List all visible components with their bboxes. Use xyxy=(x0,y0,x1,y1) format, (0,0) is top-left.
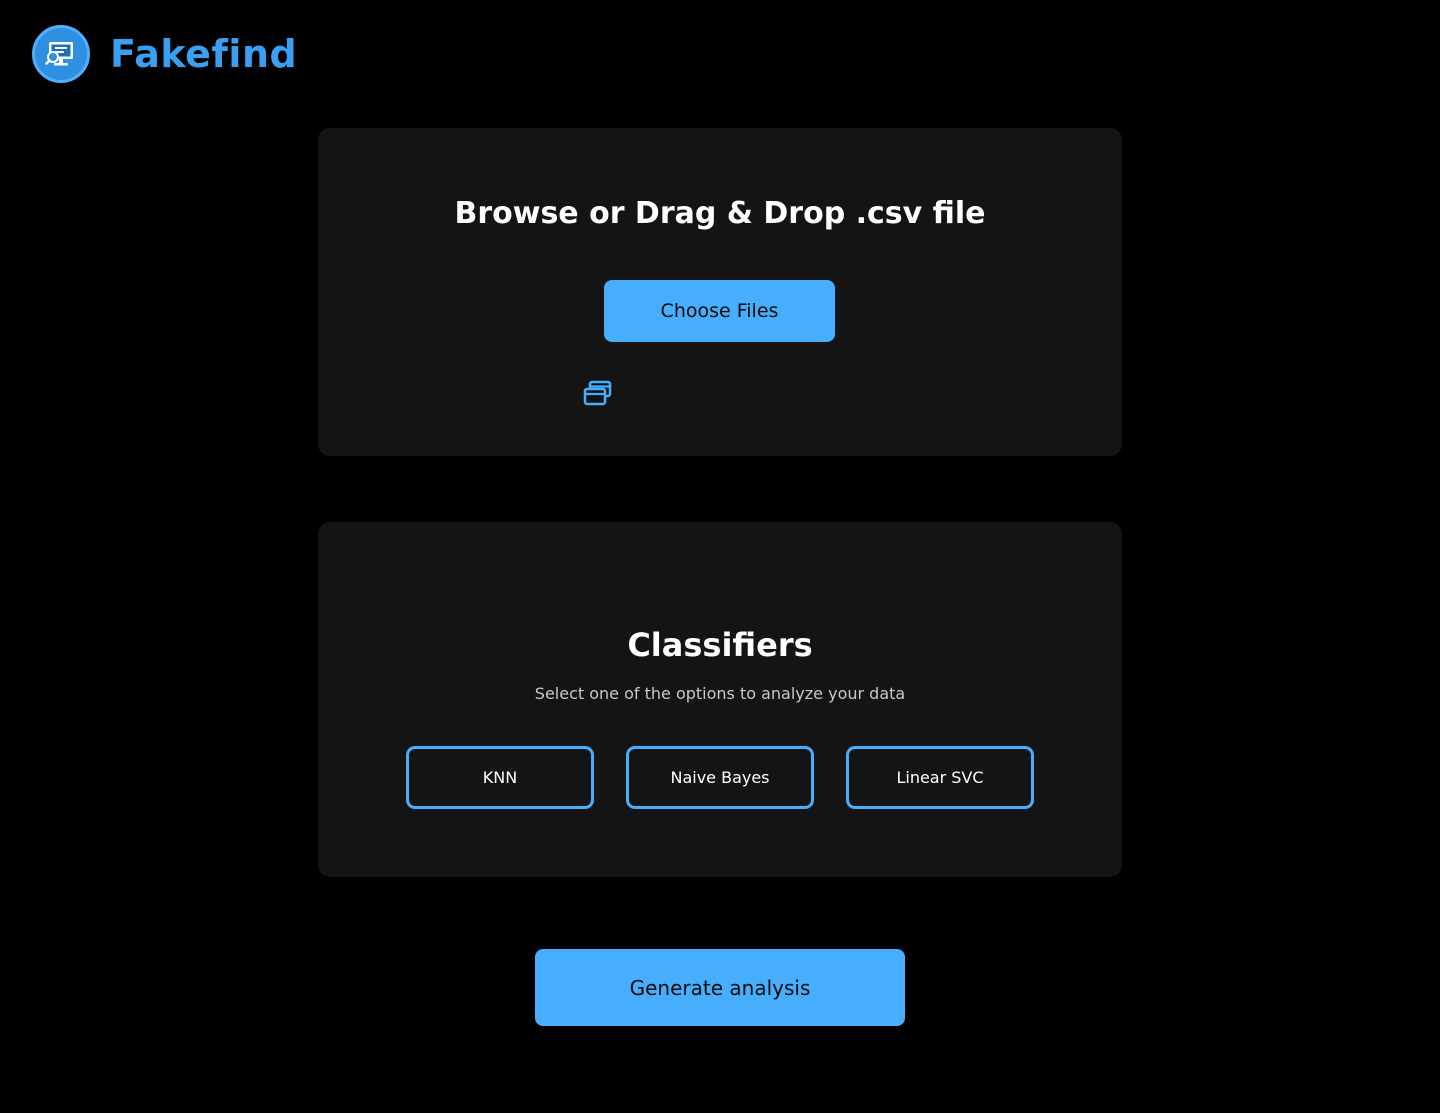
classifiers-title: Classifiers xyxy=(627,626,813,664)
classifier-option-knn[interactable]: KNN xyxy=(406,746,594,809)
upload-card[interactable]: Browse or Drag & Drop .csv file Choose F… xyxy=(318,128,1122,456)
classifier-option-linear-svc[interactable]: Linear SVC xyxy=(846,746,1034,809)
upload-title: Browse or Drag & Drop .csv file xyxy=(454,196,986,231)
choose-files-button[interactable]: Choose Files xyxy=(604,280,835,342)
monitor-search-icon[interactable] xyxy=(32,25,90,83)
classifier-option-naive-bayes[interactable]: Naive Bayes xyxy=(626,746,814,809)
windows-stack-icon xyxy=(583,380,613,408)
windows-stack-icon-svg xyxy=(583,380,612,406)
monitor-search-icon-svg xyxy=(45,42,73,66)
app-name[interactable]: Fakefind xyxy=(110,32,297,76)
header: Fakefind xyxy=(32,24,297,84)
classifiers-subtitle: Select one of the options to analyze you… xyxy=(534,684,906,703)
generate-analysis-button[interactable]: Generate analysis xyxy=(535,949,905,1026)
page: Fakefind Browse or Drag & Drop .csv file… xyxy=(0,0,1440,1113)
classifiers-card: Classifiers Select one of the options to… xyxy=(318,522,1122,877)
